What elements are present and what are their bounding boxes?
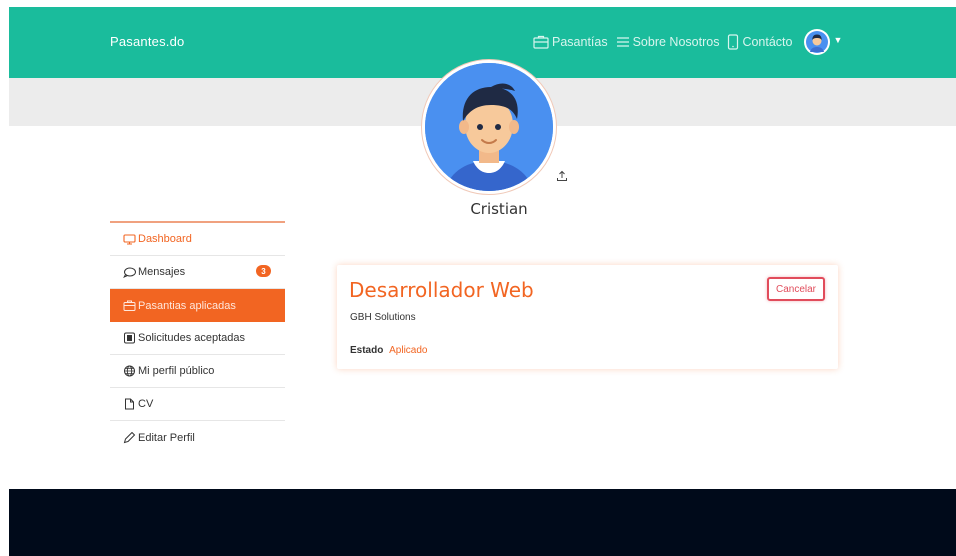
sidebar-item-label: Editar Perfil xyxy=(138,431,195,444)
nav-contacto[interactable]: Contácto xyxy=(727,34,792,50)
nav-contacto-label: Contácto xyxy=(742,35,793,49)
brand-logo[interactable]: Pasantes.do xyxy=(110,34,184,49)
user-avatar-icon[interactable] xyxy=(804,29,831,55)
nav-sobre-nosotros[interactable]: Sobre Nosotros xyxy=(616,35,720,49)
nav-pasantias-label: Pasantías xyxy=(552,35,608,49)
profile-avatar[interactable] xyxy=(421,59,557,195)
menu-lines-icon xyxy=(616,37,629,47)
sidebar-item-label: CV xyxy=(138,398,154,410)
briefcase-icon xyxy=(123,300,136,311)
page-frame: Pasantes.do Pasantías Sobre Nosotros Con… xyxy=(9,7,956,556)
briefcase-icon xyxy=(533,35,549,49)
messages-count-badge: 3 xyxy=(256,265,271,277)
monitor-icon xyxy=(123,233,136,245)
sidebar-item-mi-perfil-publico[interactable]: Mi perfil público xyxy=(110,355,285,388)
sidebar-item-editar-perfil[interactable]: Editar Perfil xyxy=(110,421,285,454)
footer xyxy=(9,489,956,556)
profile-name: Cristian xyxy=(470,200,528,218)
window-left-margin xyxy=(0,0,9,556)
sidebar-item-label: Dashboard xyxy=(138,233,192,245)
sidebar-item-pasantias-aplicadas[interactable]: Pasantias aplicadas xyxy=(110,289,285,322)
cancel-button[interactable]: Cancelar xyxy=(767,277,825,301)
sidebar-item-label: Solicitudes aceptadas xyxy=(138,332,246,344)
stamp-icon xyxy=(124,332,135,344)
application-card: Desarrollador Web GBH Solutions Estado A… xyxy=(337,265,838,369)
phone-icon xyxy=(728,34,739,50)
sidebar-item-mensajes[interactable]: Mensajes 3 xyxy=(110,256,285,289)
window-top-margin xyxy=(0,0,956,7)
profile-avatar-image xyxy=(425,63,553,191)
application-status: Estado Aplicado xyxy=(350,345,427,356)
sidebar-item-label: Mi perfil público xyxy=(138,365,215,377)
nav-pasantias[interactable]: Pasantías xyxy=(533,35,608,49)
document-icon xyxy=(125,398,134,410)
nav-sobre-nosotros-label: Sobre Nosotros xyxy=(632,35,720,49)
sidebar-item-label: Mensajes xyxy=(138,266,186,278)
sidebar-item-dashboard[interactable]: Dashboard xyxy=(110,221,285,256)
pencil-icon xyxy=(123,431,136,443)
sidebar-item-cv[interactable]: CV xyxy=(110,388,285,421)
sidebar-item-label: Pasantias aplicadas xyxy=(138,299,236,312)
status-value: Aplicado xyxy=(389,345,428,356)
company-name: GBH Solutions xyxy=(350,312,416,323)
nav-links: Pasantías Sobre Nosotros Contácto ▼ xyxy=(533,29,842,55)
sidebar: Dashboard Mensajes 3 Pasantias aplicadas… xyxy=(110,221,285,454)
globe-icon xyxy=(124,365,135,377)
status-label: Estado xyxy=(350,345,384,356)
sidebar-item-solicitudes-aceptadas[interactable]: Solicitudes aceptadas xyxy=(110,322,285,355)
upload-icon[interactable] xyxy=(556,170,568,182)
caret-down-icon[interactable]: ▼ xyxy=(833,35,842,45)
chat-bubble-icon xyxy=(123,267,136,278)
job-title[interactable]: Desarrollador Web xyxy=(349,278,534,302)
